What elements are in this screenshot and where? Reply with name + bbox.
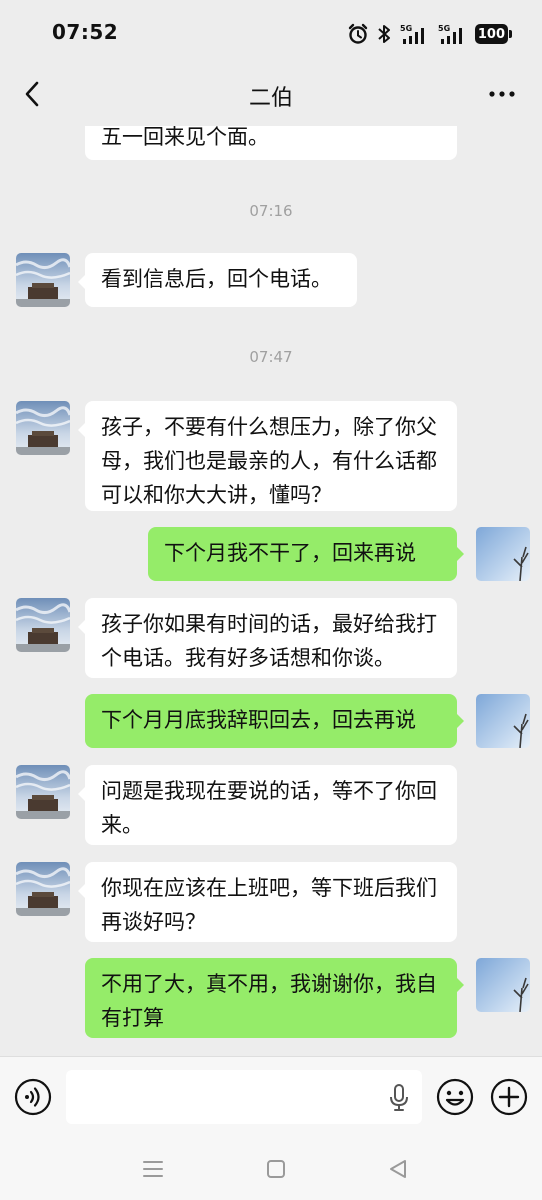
message-text: 五一回来见个面。 <box>101 126 269 149</box>
microphone-button[interactable] <box>386 1083 412 1113</box>
message-bubble-outgoing[interactable]: 下个月月底我辞职回去，回去再说 <box>85 694 464 748</box>
status-bar: 07:52 5G 5G 100 <box>0 0 542 64</box>
signal-5g-icon: 5G <box>437 23 467 45</box>
page-title: 二伯 <box>248 86 293 111</box>
battery-level: 100 <box>474 24 508 44</box>
message-bubble-outgoing[interactable]: 不用了大，真不用，我谢谢你，我自有打算 <box>85 958 464 1038</box>
avatar-uncle[interactable] <box>16 253 70 307</box>
message-timestamp: 07:47 <box>249 348 293 366</box>
avatar-uncle[interactable] <box>16 862 70 916</box>
more-horizontal-icon <box>489 91 515 97</box>
alarm-icon <box>347 23 369 45</box>
chat-area[interactable]: 五一回来见个面。 07:16 看到信息后，回个电话。 07:47 孩子，不要有什… <box>0 126 542 1056</box>
avatar-uncle[interactable] <box>16 765 70 819</box>
signal-5g-icon: 5G <box>399 23 429 45</box>
message-bubble-outgoing[interactable]: 下个月我不干了，回来再说 <box>148 527 464 581</box>
avatar-me[interactable] <box>476 694 530 748</box>
message-text: 看到信息后，回个电话。 <box>101 267 332 291</box>
status-icons: 5G 5G 100 <box>347 20 512 48</box>
voice-icon <box>14 1078 52 1116</box>
bluetooth-icon <box>377 23 391 45</box>
message-timestamp: 07:16 <box>249 202 293 220</box>
system-navigation-bar <box>0 1140 542 1200</box>
avatar-me[interactable] <box>476 958 530 1012</box>
message-bubble-incoming[interactable]: 问题是我现在要说的话，等不了你回来。 <box>78 765 457 845</box>
message-text: 孩子你如果有时间的话，最好给我打个电话。我有好多话想和你谈。 <box>101 612 437 670</box>
message-text: 下个月我不干了，回来再说 <box>164 541 416 565</box>
message-text: 不用了大，真不用，我谢谢你，我自有打算 <box>101 972 437 1030</box>
avatar-uncle[interactable] <box>16 598 70 652</box>
menu-icon <box>143 1161 163 1177</box>
status-time: 07:52 <box>52 20 119 44</box>
message-bubble-incoming[interactable]: 你现在应该在上班吧，等下班后我们再谈好吗？ <box>78 862 457 942</box>
input-bar <box>0 1056 542 1140</box>
plus-icon <box>490 1078 528 1116</box>
avatar-me[interactable] <box>476 527 530 581</box>
home-button[interactable] <box>263 1156 289 1182</box>
back-icon <box>390 1160 406 1178</box>
svg-text:5G: 5G <box>400 24 412 33</box>
more-functions-button[interactable] <box>490 1078 528 1116</box>
message-text: 你现在应该在上班吧，等下班后我们再谈好吗？ <box>101 876 437 934</box>
message-text: 下个月月底我辞职回去，回去再说 <box>101 708 416 732</box>
emoji-button[interactable] <box>436 1078 474 1116</box>
emoji-icon <box>436 1078 474 1116</box>
system-back-button[interactable] <box>385 1156 411 1182</box>
message-bubble-incoming[interactable]: 五一回来见个面。 <box>85 126 457 160</box>
recents-button[interactable] <box>140 1156 166 1182</box>
message-bubble-incoming[interactable]: 看到信息后，回个电话。 <box>78 253 357 307</box>
home-icon <box>267 1160 285 1178</box>
message-bubble-incoming[interactable]: 孩子你如果有时间的话，最好给我打个电话。我有好多话想和你谈。 <box>78 598 457 678</box>
message-bubble-incoming[interactable]: 孩子，不要有什么想压力，除了你父母，我们也是最亲的人，有什么话都可以和你大大讲，… <box>78 401 457 511</box>
message-input[interactable] <box>66 1070 422 1124</box>
svg-text:5G: 5G <box>438 24 450 33</box>
message-text: 问题是我现在要说的话，等不了你回来。 <box>101 779 437 837</box>
more-button[interactable] <box>482 76 522 112</box>
microphone-icon <box>390 1084 408 1111</box>
chat-header: 二伯 <box>0 64 542 126</box>
battery-icon: 100 <box>474 24 512 44</box>
voice-button[interactable] <box>14 1078 52 1116</box>
message-text: 孩子，不要有什么想压力，除了你父母，我们也是最亲的人，有什么话都可以和你大大讲，… <box>101 415 437 507</box>
avatar-uncle[interactable] <box>16 401 70 455</box>
